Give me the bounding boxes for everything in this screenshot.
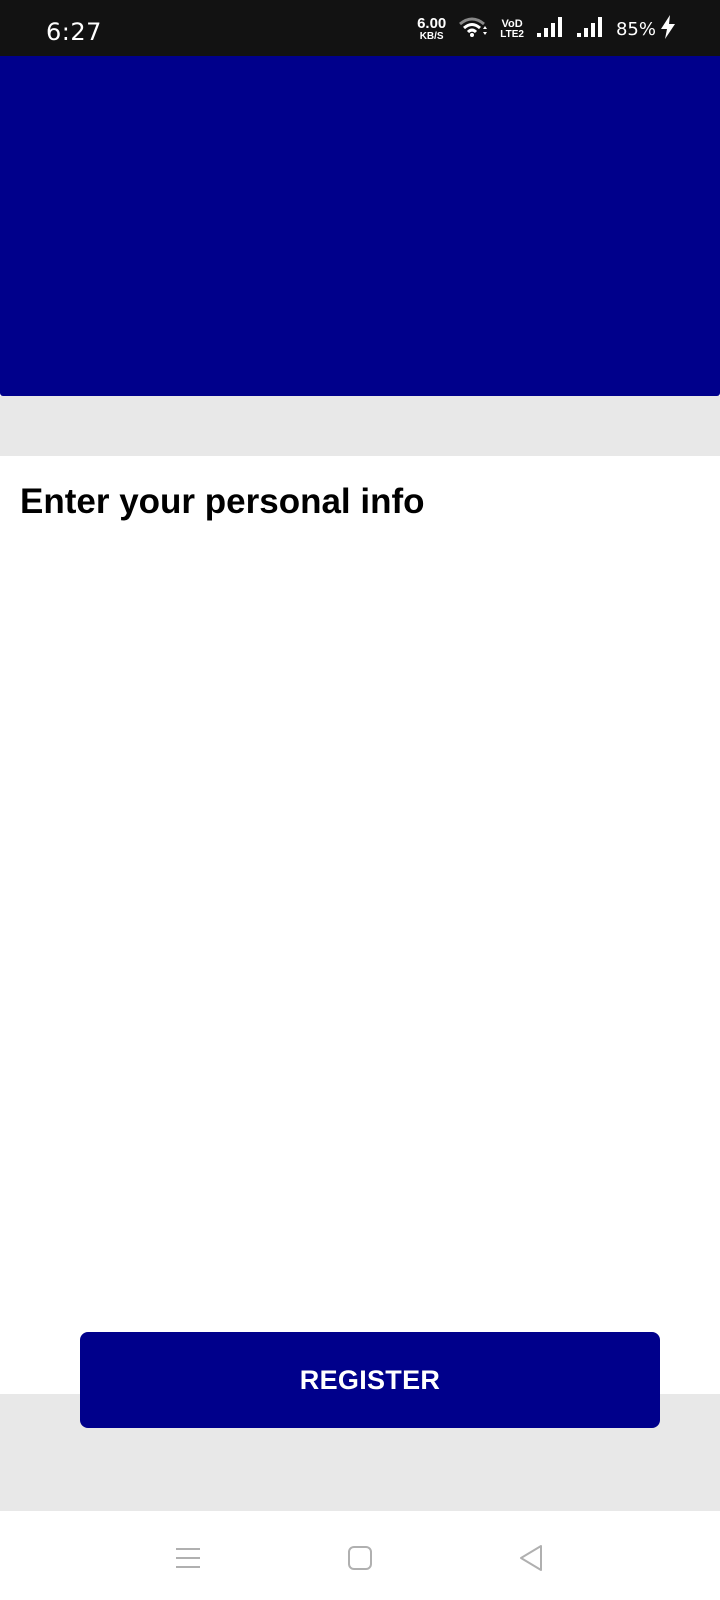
- signal-icon-sim2: [576, 16, 604, 43]
- register-button[interactable]: REGISTER: [80, 1332, 660, 1428]
- hero-banner: [0, 56, 720, 396]
- system-nav-bar: [0, 1511, 720, 1600]
- volte-indicator: VoD LTE2: [500, 17, 524, 40]
- signal-icon-sim1: [536, 16, 564, 43]
- section-divider: [0, 396, 720, 456]
- network-speed: 6.00 KB/S: [417, 16, 446, 42]
- back-triangle-icon[interactable]: [506, 1533, 556, 1583]
- network-speed-unit: KB/S: [419, 31, 444, 42]
- status-bar: 6:27 6.00 KB/S VoD LTE2 85%: [0, 0, 720, 56]
- charging-bolt-icon: [660, 14, 676, 44]
- menu-icon[interactable]: [163, 1533, 213, 1583]
- volte-bottom-label: LTE2: [500, 28, 524, 40]
- wifi-icon: [458, 16, 488, 43]
- status-icons: 6.00 KB/S VoD LTE2 85%: [417, 14, 676, 44]
- status-time: 6:27: [46, 18, 102, 46]
- form-section: Enter your personal info: [0, 456, 720, 1394]
- battery-percent: 85%: [615, 18, 656, 40]
- home-square-icon[interactable]: [335, 1533, 385, 1583]
- network-speed-value: 6.00: [417, 15, 447, 32]
- volte-top-label: VoD: [501, 17, 523, 30]
- page-title: Enter your personal info: [20, 482, 425, 521]
